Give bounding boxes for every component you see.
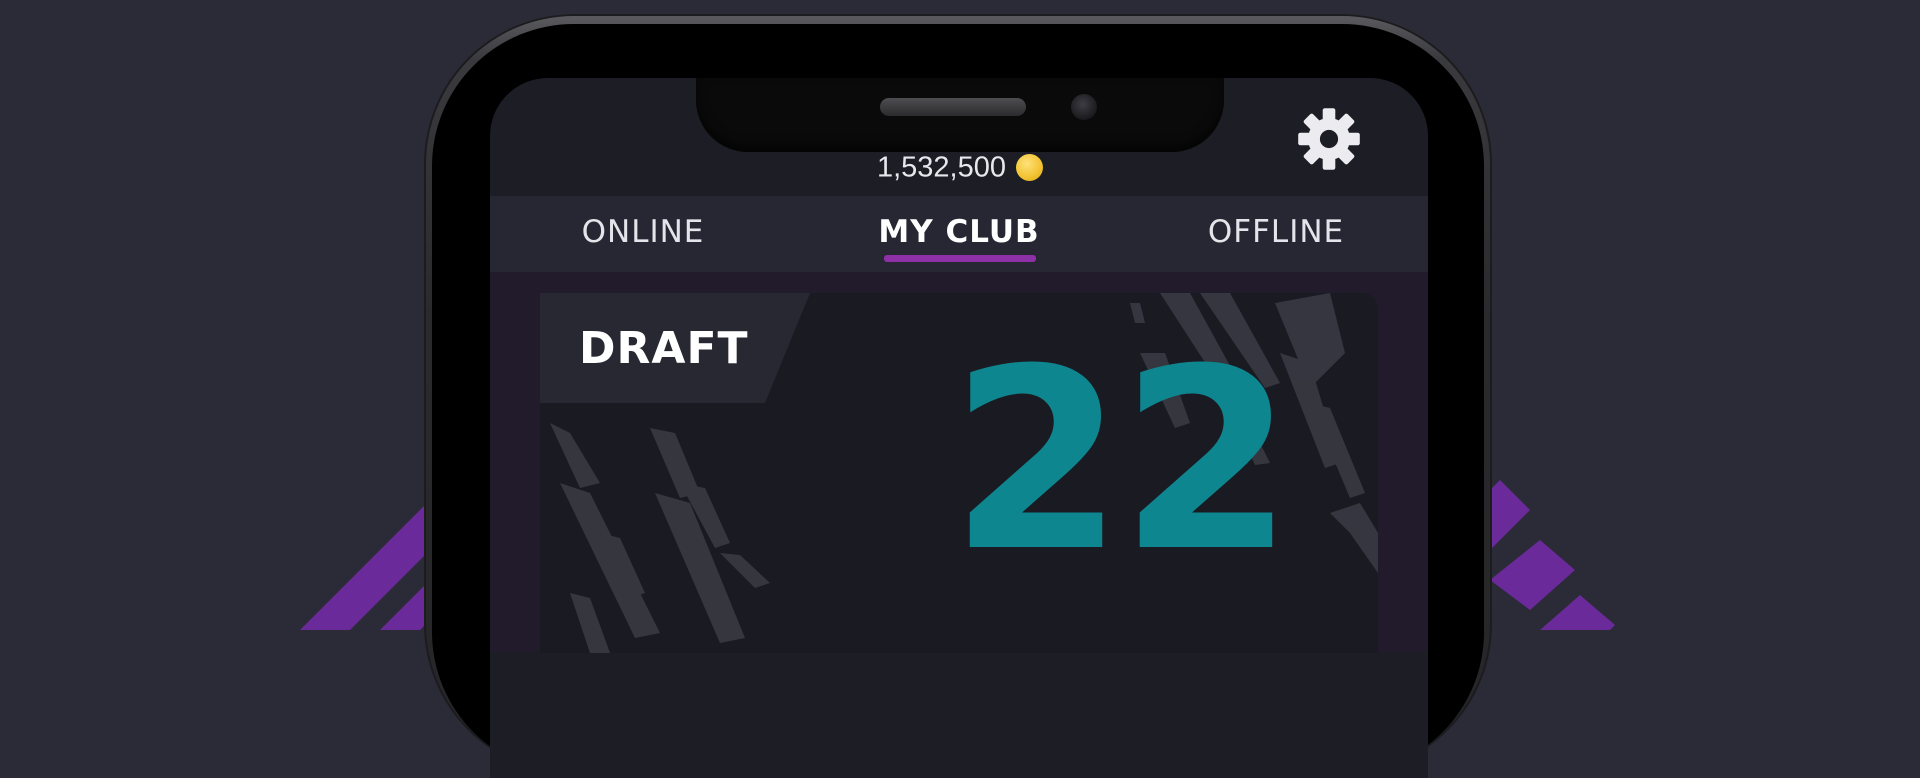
- front-camera: [1071, 94, 1097, 120]
- balance-amount: 1,532,500: [876, 151, 1006, 184]
- tab-online[interactable]: ONLINE: [582, 214, 705, 250]
- draft-card[interactable]: DRAFT 22: [540, 293, 1378, 653]
- tab-my-club[interactable]: MY CLUB: [878, 214, 1039, 250]
- speaker-grille: [880, 98, 1026, 116]
- active-tab-indicator: [884, 255, 1036, 262]
- tab-offline[interactable]: OFFLINE: [1208, 214, 1344, 250]
- draft-title: DRAFT: [579, 323, 749, 374]
- coin-icon: [1016, 153, 1043, 181]
- draft-number: 22: [950, 315, 1294, 606]
- coin-balance: 1,532,500: [0, 149, 1920, 184]
